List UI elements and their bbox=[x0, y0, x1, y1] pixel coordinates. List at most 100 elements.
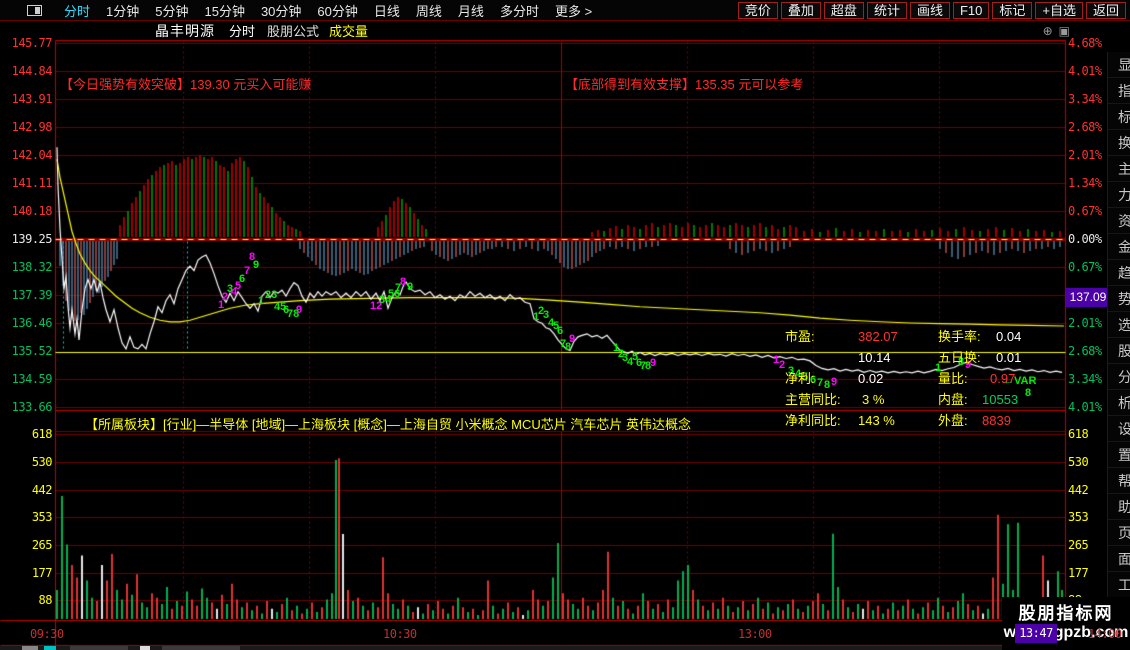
view-label[interactable]: 分时 bbox=[229, 21, 255, 40]
right-toolbar-cell[interactable]: 工 bbox=[1108, 572, 1130, 598]
volume-tick-left: 530 bbox=[31, 455, 53, 469]
split-window-icon[interactable]: ▣ bbox=[1059, 24, 1070, 38]
percent-tick-right: 3.34% bbox=[1068, 92, 1102, 106]
watermark-title: 股朋指标网 bbox=[1018, 604, 1114, 623]
menu-item-8[interactable]: 月线 bbox=[450, 1, 492, 20]
price-tick-left: 142.98 bbox=[11, 120, 53, 134]
price-tick-left: 142.04 bbox=[11, 148, 53, 162]
stat-item: 10553 bbox=[982, 392, 1019, 407]
tool-button-3[interactable]: 统计 bbox=[866, 1, 907, 19]
menu-item-10[interactable]: 更多 > bbox=[547, 1, 600, 20]
stat-item: 量比: bbox=[938, 371, 968, 386]
right-toolbar-cell[interactable]: 资 bbox=[1108, 208, 1130, 234]
stat-item: 10.14 bbox=[858, 350, 891, 365]
signal-digit: 8 bbox=[824, 379, 831, 391]
volume-tick-left: 353 bbox=[31, 510, 53, 524]
right-toolbar-cell[interactable]: 助 bbox=[1108, 494, 1130, 520]
volume-indicator-label[interactable]: 成交量 bbox=[329, 21, 368, 40]
volume-tick-left: 177 bbox=[31, 566, 53, 580]
signal-digit: 9 bbox=[569, 333, 576, 345]
stat-item: 0.04 bbox=[996, 329, 1022, 344]
right-toolbar-cell[interactable]: 设 bbox=[1108, 416, 1130, 442]
percent-tick-right: 2.01% bbox=[1068, 148, 1102, 162]
right-toolbar-cell[interactable]: 股 bbox=[1108, 338, 1130, 364]
signal-digit: 8 bbox=[400, 276, 407, 288]
menu-item-3[interactable]: 15分钟 bbox=[196, 1, 252, 20]
percent-tick-right: 0.67% bbox=[1068, 204, 1102, 218]
right-toolbar-cell[interactable]: 帮 bbox=[1108, 468, 1130, 494]
right-toolbar-cell[interactable]: 金 bbox=[1108, 234, 1130, 260]
tool-button-1[interactable]: 叠加 bbox=[780, 1, 821, 19]
price-tick-left: 137.39 bbox=[11, 288, 53, 302]
stat-item: 0.97 bbox=[990, 371, 1016, 386]
menu-item-1[interactable]: 1分钟 bbox=[98, 1, 147, 20]
right-toolbar-cell[interactable]: 显 bbox=[1108, 52, 1130, 78]
stat-item: 382.07 bbox=[858, 329, 898, 344]
stock-name[interactable]: 晶丰明源 bbox=[155, 21, 215, 41]
right-toolbar-cell[interactable]: 指 bbox=[1108, 78, 1130, 104]
tool-button-4[interactable]: 画线 bbox=[909, 1, 950, 19]
tool-button-8[interactable]: 返回 bbox=[1085, 1, 1126, 19]
chart-canvas[interactable] bbox=[0, 0, 1130, 650]
stat-item: 净利同比: bbox=[785, 413, 841, 428]
stat-item: 143 % bbox=[858, 413, 895, 428]
time-tick: 13:00 bbox=[738, 627, 772, 641]
right-toolbar-cell[interactable]: 趋 bbox=[1108, 260, 1130, 286]
menu-item-4[interactable]: 30分钟 bbox=[253, 1, 309, 20]
price-tick-left: 141.11 bbox=[11, 176, 53, 190]
right-toolbar-cell[interactable]: 分 bbox=[1108, 364, 1130, 390]
time-tick: 09:30 bbox=[30, 627, 64, 641]
stat-item: 净利: bbox=[785, 371, 815, 386]
top-menu-bar: 分时 1分钟 5分钟 15分钟 30分钟 60分钟 日线 周线 月线 多分时 更多 > 竞价 叠加 超盘… bbox=[0, 0, 1130, 21]
percent-tick-right: 2.01% bbox=[1068, 316, 1102, 330]
period-menu: 分时 1分钟 5分钟 15分钟 30分钟 60分钟 日线 周线 月线 多分时 更多 > bbox=[56, 1, 600, 20]
bottom-taskbar-sliver bbox=[0, 646, 1130, 650]
menu-item-9[interactable]: 多分时 bbox=[492, 1, 547, 20]
percent-tick-right: 2.68% bbox=[1068, 344, 1102, 358]
price-tick-left: 136.46 bbox=[11, 316, 53, 330]
right-toolbar-cell[interactable]: 主 bbox=[1108, 156, 1130, 182]
right-toolbar-cell[interactable]: 标 bbox=[1108, 104, 1130, 130]
right-toolbar-cell[interactable]: 选 bbox=[1108, 312, 1130, 338]
stat-item: 市盈: bbox=[785, 329, 815, 344]
signal-digit: 9 bbox=[407, 281, 414, 293]
signal-digit: 6 bbox=[557, 325, 564, 337]
right-toolbar-cell[interactable]: 换 bbox=[1108, 130, 1130, 156]
tool-button-0[interactable]: 竞价 bbox=[737, 1, 778, 19]
right-toolbar-cell[interactable]: 力 bbox=[1108, 182, 1130, 208]
price-tick-left: 133.66 bbox=[11, 400, 53, 414]
stat-item: 0.01 bbox=[996, 350, 1022, 365]
formula-label[interactable]: 股朋公式 bbox=[267, 21, 319, 40]
right-toolbar-cell[interactable]: 势 bbox=[1108, 286, 1130, 312]
tool-button-6[interactable]: 标记 bbox=[992, 1, 1033, 19]
tool-button-2[interactable]: 超盘 bbox=[823, 1, 864, 19]
menu-item-0[interactable]: 分时 bbox=[56, 1, 98, 20]
time-cursor-badge: 13:47 bbox=[1015, 624, 1057, 643]
tool-button-7[interactable]: +自选 bbox=[1035, 1, 1083, 19]
signal-digit: 1 bbox=[258, 295, 265, 307]
menu-item-7[interactable]: 周线 bbox=[408, 1, 450, 20]
volume-tick-right: 177 bbox=[1068, 566, 1089, 580]
stat-item: 0.02 bbox=[858, 371, 884, 386]
stat-item: 换手率: bbox=[938, 329, 981, 344]
signal-digit: 7 bbox=[244, 265, 251, 277]
percent-tick-right: 0.00% bbox=[1068, 232, 1102, 246]
right-toolbar-cell[interactable]: 页 bbox=[1108, 520, 1130, 546]
right-toolbar-cell[interactable]: 面 bbox=[1108, 546, 1130, 572]
right-vertical-toolbar[interactable]: 显指标换主力资金趋势选股分析设置帮助页面工具 bbox=[1107, 52, 1130, 650]
menu-item-6[interactable]: 日线 bbox=[366, 1, 408, 20]
window-layout-icon[interactable] bbox=[27, 4, 42, 16]
percent-tick-right: 4.01% bbox=[1068, 64, 1102, 78]
signal-digit: 2 bbox=[779, 359, 786, 371]
breakout-annotation: 【今日强势有效突破】139.30 元买入可能赚 bbox=[60, 77, 312, 92]
volume-tick-right: 442 bbox=[1068, 483, 1089, 497]
menu-item-2[interactable]: 5分钟 bbox=[147, 1, 196, 20]
right-toolbar-cell[interactable]: 析 bbox=[1108, 390, 1130, 416]
right-toolbar-cell[interactable]: 置 bbox=[1108, 442, 1130, 468]
tool-button-5[interactable]: F10 bbox=[952, 1, 990, 19]
volume-tick-left: 442 bbox=[31, 483, 53, 497]
stat-item: 主营同比: bbox=[785, 392, 841, 407]
menu-item-5[interactable]: 60分钟 bbox=[309, 1, 365, 20]
price-tick-left: 143.91 bbox=[11, 92, 53, 106]
expand-icon[interactable]: ⊕ bbox=[1043, 24, 1053, 38]
